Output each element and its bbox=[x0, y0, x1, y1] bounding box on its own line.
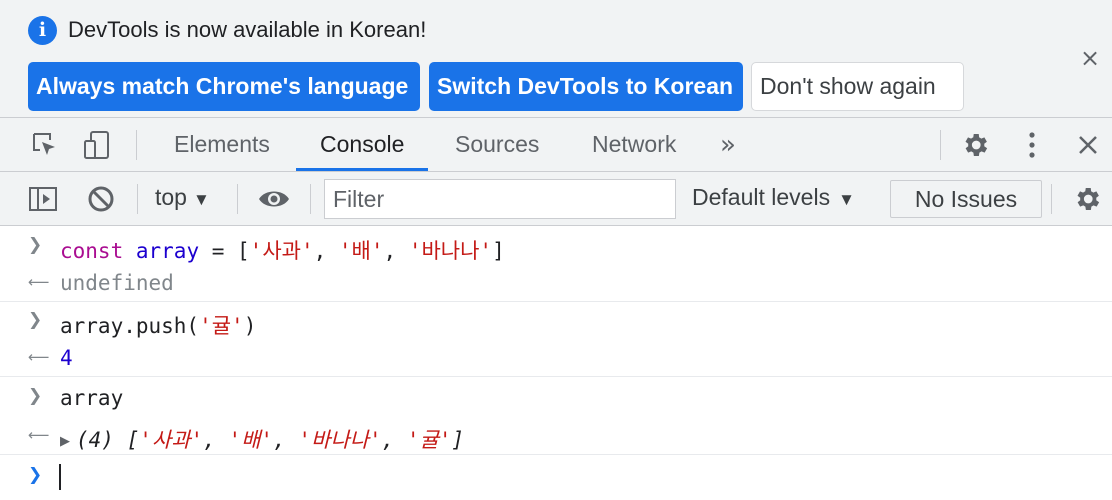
dropdown-arrow-icon: ▼ bbox=[838, 190, 855, 209]
text-caret bbox=[59, 464, 61, 490]
log-levels-label: Default levels bbox=[692, 184, 831, 210]
switch-to-korean-button[interactable]: Switch DevTools to Korean bbox=[429, 62, 743, 111]
infobar-message: DevTools is now available in Korean! bbox=[68, 17, 427, 42]
info-icon: i bbox=[28, 16, 57, 45]
match-language-button[interactable]: Always match Chrome's language bbox=[28, 62, 420, 111]
output-arrow-icon: ⟵ bbox=[28, 426, 50, 444]
output-value: undefined bbox=[60, 271, 174, 295]
array-preview[interactable]: ▶ (4) ['사과', '배', '바나나', '귤'] bbox=[60, 424, 464, 454]
settings-gear-icon[interactable] bbox=[958, 128, 992, 162]
output-arrow-icon: ⟵ bbox=[28, 348, 50, 366]
context-label: top bbox=[155, 184, 187, 210]
console-input-row: ❯ array.push('귤') bbox=[0, 303, 1112, 341]
toolbar-divider bbox=[137, 184, 138, 214]
more-tabs-icon[interactable]: » bbox=[720, 130, 736, 160]
close-devtools-icon[interactable] bbox=[1071, 128, 1105, 162]
tab-network[interactable]: Network bbox=[568, 118, 700, 171]
console-settings-gear-icon[interactable] bbox=[1070, 182, 1104, 216]
toolbar-divider bbox=[940, 130, 941, 160]
clear-console-icon[interactable] bbox=[84, 182, 118, 216]
toolbar-divider bbox=[237, 184, 238, 214]
console-input-row: ❯ const array = ['사과', '배', '바나나'] bbox=[0, 228, 1112, 266]
toolbar-divider bbox=[1051, 184, 1052, 214]
input-code: const array = ['사과', '배', '바나나'] bbox=[60, 239, 505, 263]
output-arrow-icon: ⟵ bbox=[28, 273, 50, 291]
input-chevron-icon: ❯ bbox=[28, 310, 43, 330]
tab-sources[interactable]: Sources bbox=[431, 118, 563, 171]
console-output-row: ⟵ ▶ (4) ['사과', '배', '바나나', '귤'] bbox=[0, 417, 1112, 455]
input-code: array.push('귤') bbox=[60, 314, 257, 338]
dropdown-arrow-icon: ▼ bbox=[192, 190, 210, 209]
console-output-row: ⟵ 4 bbox=[0, 339, 1112, 377]
live-expression-eye-icon[interactable] bbox=[257, 182, 291, 216]
close-infobar-icon[interactable]: × bbox=[1080, 44, 1100, 72]
expand-triangle-icon[interactable]: ▶ bbox=[60, 434, 70, 449]
sidebar-toggle-icon[interactable] bbox=[26, 182, 60, 216]
devtools-tabbar: Elements Console Sources Network » bbox=[0, 118, 1112, 172]
issues-button[interactable]: No Issues bbox=[890, 180, 1042, 218]
dont-show-again-button[interactable]: Don't show again bbox=[751, 62, 964, 111]
output-value: 4 bbox=[60, 346, 73, 370]
console-prompt[interactable]: ❯ bbox=[0, 458, 1112, 496]
input-chevron-icon: ❯ bbox=[28, 235, 43, 255]
toolbar-divider bbox=[136, 130, 137, 160]
language-infobar: i DevTools is now available in Korean! ×… bbox=[0, 0, 1112, 118]
console-messages[interactable]: ❯ const array = ['사과', '배', '바나나'] ⟵ und… bbox=[0, 226, 1112, 500]
input-code: array bbox=[60, 386, 124, 410]
prompt-chevron-icon: ❯ bbox=[28, 465, 43, 485]
console-input-row: ❯ array bbox=[0, 379, 1112, 417]
input-chevron-icon: ❯ bbox=[28, 386, 43, 406]
console-toolbar: top ▼ Default levels ▼ No Issues bbox=[0, 172, 1112, 226]
more-options-icon[interactable] bbox=[1015, 128, 1049, 162]
filter-input[interactable] bbox=[324, 179, 676, 219]
tab-elements[interactable]: Elements bbox=[150, 118, 294, 171]
device-toolbar-icon[interactable] bbox=[80, 128, 114, 162]
tab-console[interactable]: Console bbox=[296, 118, 429, 171]
toolbar-divider bbox=[310, 184, 311, 214]
console-output-row: ⟵ undefined bbox=[0, 264, 1112, 302]
context-selector[interactable]: top ▼ bbox=[155, 184, 210, 211]
log-levels-dropdown[interactable]: Default levels ▼ bbox=[692, 184, 855, 211]
inspect-element-icon[interactable] bbox=[28, 128, 62, 162]
